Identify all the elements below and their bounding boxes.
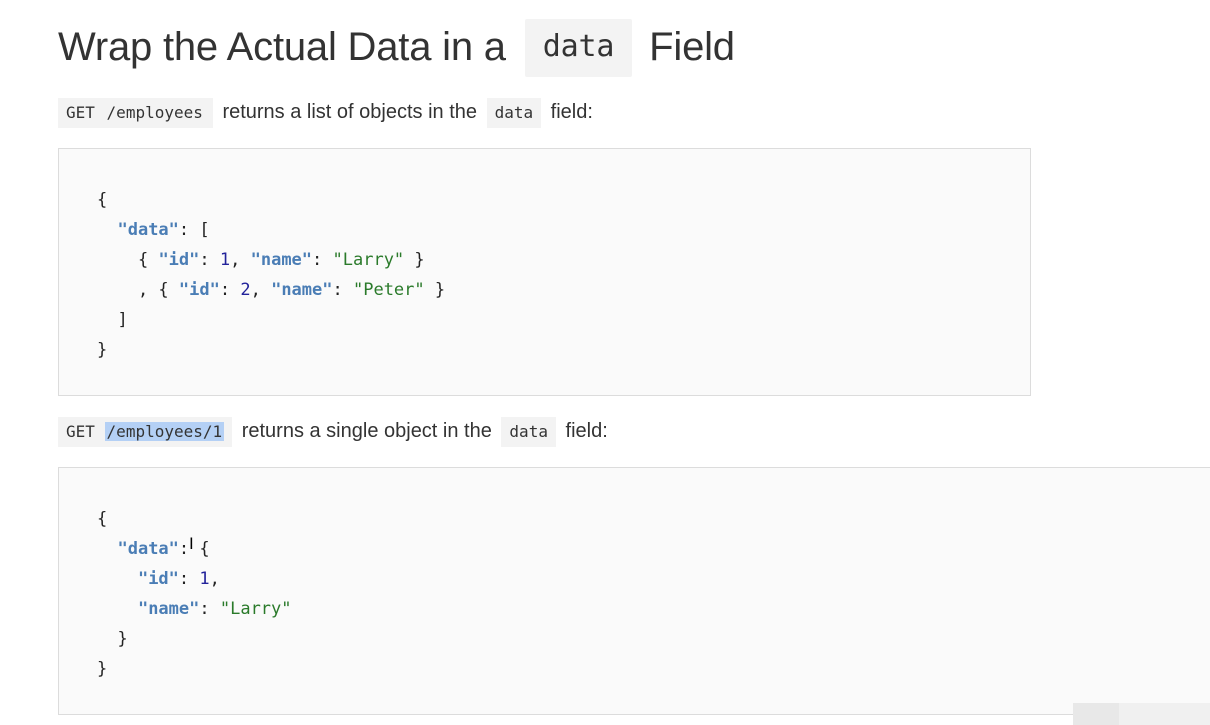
code-single-json: { "data": { "id": 1, "name": "Larry" } }	[97, 509, 292, 679]
section2-method: GET	[66, 422, 95, 441]
section1-method: GET	[66, 103, 95, 122]
code-block-list: { "data": [ { "id": 1, "name": "Larry" }…	[58, 148, 1031, 396]
title-prefix: Wrap the Actual Data in a	[58, 25, 506, 69]
page-title: Wrap the Actual Data in a data Field	[58, 18, 735, 77]
scrollbar-thumb-inner[interactable]	[1119, 703, 1210, 725]
section2-text: returns a single object in the	[241, 420, 492, 442]
section1-code: data	[486, 98, 542, 128]
section1-path: /employees	[106, 103, 203, 122]
section2-path-selected[interactable]: /employees/1	[104, 422, 225, 441]
section2-code: data	[501, 417, 556, 447]
section2-description: GET /employees/1 returns a single object…	[58, 416, 612, 447]
code-list-json: { "data": [ { "id": 1, "name": "Larry" }…	[97, 190, 446, 360]
section1-endpoint: GET /employees	[58, 98, 213, 128]
section1-suffix: field:	[550, 101, 593, 123]
code-block-single: { "data": { "id": 1, "name": "Larry" } }…	[58, 467, 1210, 715]
scrollbar-thumb[interactable]	[1073, 703, 1210, 725]
section1-text: returns a list of objects in the	[222, 101, 478, 123]
title-suffix: Field	[649, 25, 735, 69]
section2-endpoint: GET /employees/1	[58, 417, 233, 447]
text-cursor-icon: I	[189, 534, 194, 553]
section1-description: GET /employees returns a list of objects…	[58, 97, 597, 128]
section2-suffix: field:	[565, 420, 608, 442]
title-code: data	[524, 19, 633, 77]
